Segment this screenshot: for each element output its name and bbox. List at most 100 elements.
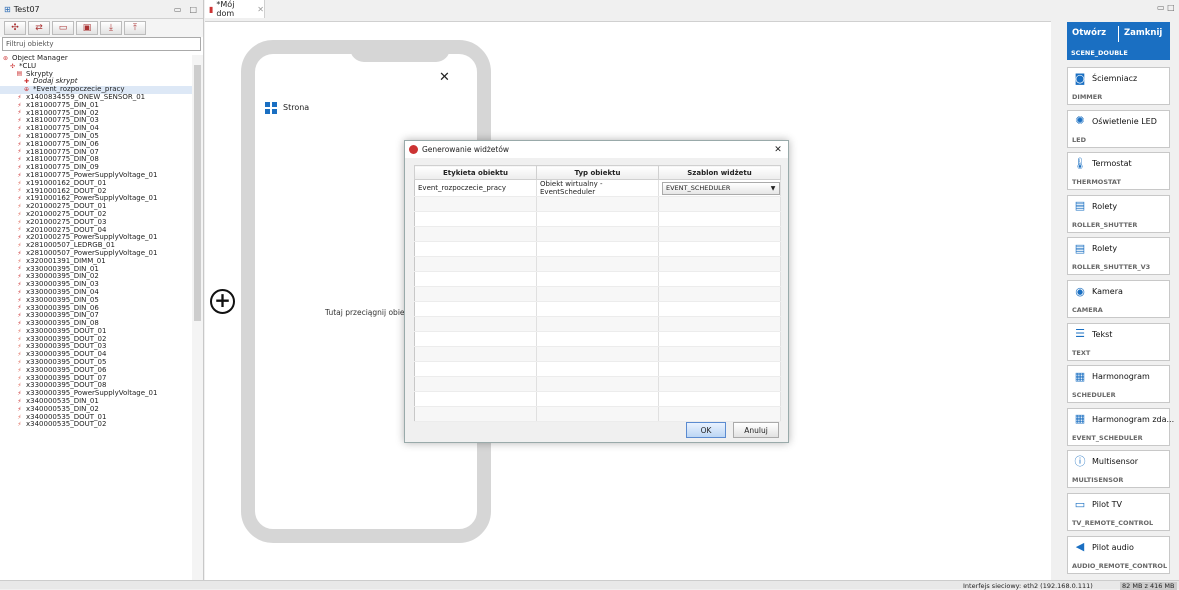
filter-input[interactable]: Filtruj obiekty — [2, 37, 201, 51]
page-grid-icon — [265, 102, 277, 114]
widget-card[interactable]: ▦ Harmonogram SCHEDULER — [1067, 365, 1170, 404]
import-button[interactable]: ⤓ — [100, 21, 122, 35]
table-cell — [658, 256, 781, 272]
in-icon: ⚡ — [17, 273, 22, 281]
export-button[interactable]: ⤒ — [124, 21, 146, 35]
table-cell — [414, 301, 537, 317]
table-row[interactable] — [414, 376, 781, 392]
widget-name: Termostat — [1092, 159, 1132, 169]
dialog-title: Generowanie widżetów — [422, 145, 510, 154]
table-row[interactable] — [414, 391, 781, 407]
table-cell — [536, 271, 659, 287]
column-header[interactable]: Typ obiektu — [536, 165, 659, 180]
scrollbar-thumb[interactable] — [194, 65, 201, 321]
ok-button[interactable]: OK — [686, 422, 726, 438]
table-cell — [536, 256, 659, 272]
table-cell — [414, 361, 537, 377]
widget-card[interactable]: ▤ Rolety ROLLER_SHUTTER_V3 — [1067, 237, 1170, 276]
table-cell — [658, 361, 781, 377]
add-page-button[interactable]: + — [210, 289, 235, 314]
widget-card[interactable]: ◀ Pilot audio AUDIO_REMOTE_CONTROL — [1067, 535, 1170, 574]
scripts-icon: ▤ — [16, 70, 23, 78]
table-cell — [414, 391, 537, 407]
table-row[interactable] — [414, 271, 781, 287]
table-row[interactable] — [414, 301, 781, 317]
widget-card[interactable]: ◙ Ściemniacz DIMMER — [1067, 67, 1170, 105]
table-row[interactable] — [414, 346, 781, 362]
in-icon: ⚡ — [17, 296, 22, 304]
widget-card[interactable]: ✺ Oświetlenie LED LED — [1067, 109, 1170, 148]
widget-card[interactable]: ▭ Pilot TV TV_REMOTE_CONTROL — [1067, 493, 1170, 531]
in-icon: ⚡ — [17, 249, 22, 257]
editor-tab[interactable]: ▮ *Mój dom ✕ — [205, 0, 265, 18]
add-clu-button[interactable]: ✣ — [4, 21, 26, 35]
column-header[interactable]: Etykieta obiektu — [414, 165, 537, 180]
widget-card[interactable]: ◉ Kamera CAMERA — [1067, 280, 1170, 318]
tv-icon: ▭ — [1074, 497, 1086, 511]
table-row[interactable] — [414, 241, 781, 257]
object-manager-icon: ⊛ — [2, 55, 9, 62]
widget-name: Rolety — [1092, 244, 1118, 254]
widget-type: SCENE_DOUBLE — [1071, 49, 1128, 57]
table-cell — [414, 406, 537, 422]
maximize-icon[interactable]: □ — [189, 5, 197, 14]
widget-card[interactable]: 🌡 Termostat THERMOSTAT — [1067, 152, 1170, 191]
table-row[interactable] — [414, 361, 781, 377]
table-cell — [658, 406, 781, 422]
widget-card[interactable]: ▦ Harmonogram zda... EVENT_SCHEDULER — [1067, 407, 1174, 446]
cancel-button[interactable]: Anuluj — [733, 422, 779, 438]
device-button[interactable]: ▣ — [76, 21, 98, 35]
module-button[interactable]: ▭ — [52, 21, 74, 35]
table-row[interactable] — [414, 211, 781, 227]
widget-card[interactable]: ☰ Tekst TEXT — [1067, 322, 1170, 361]
template-select[interactable]: EVENT_SCHEDULER ▼ — [662, 181, 780, 195]
scene-double-widget[interactable]: Otwórz Zamknij SCENE_DOUBLE — [1067, 22, 1170, 60]
left-tab-title[interactable]: Test07 — [14, 5, 40, 14]
shutter-icon: ▤ — [1074, 241, 1086, 255]
widget-card[interactable]: ▤ Rolety ROLLER_SHUTTER — [1067, 194, 1170, 233]
widget-card[interactable]: ⓘ Multisensor MULTISENSOR — [1067, 450, 1170, 489]
template-select-value: EVENT_SCHEDULER — [666, 184, 731, 192]
table-cell — [536, 211, 659, 227]
column-header[interactable]: Szablon widżetu — [658, 165, 781, 180]
close-page-icon[interactable]: ✕ — [439, 70, 450, 85]
dialog-close-icon[interactable]: ✕ — [768, 145, 788, 155]
table-cell — [536, 376, 659, 392]
tree-item[interactable]: ⚡ x340000535_DOUT_02 — [0, 421, 192, 429]
table-cell — [414, 331, 537, 347]
table-row[interactable] — [414, 256, 781, 272]
app-logo-icon — [409, 145, 418, 154]
table-cell — [536, 406, 659, 422]
widget-name: Harmonogram — [1092, 372, 1150, 382]
close-tab-icon[interactable]: ✕ — [257, 5, 264, 14]
table-cell — [658, 211, 781, 227]
scene-open-label: Otwórz — [1072, 28, 1107, 38]
table-row[interactable] — [414, 226, 781, 242]
page-label[interactable]: Strona — [283, 103, 309, 112]
palette-window-controls[interactable]: ▭ □ — [1157, 3, 1175, 12]
dimmer-icon: ◙ — [1074, 71, 1086, 85]
tree-item[interactable]: ▤ Skrypty — [0, 70, 192, 79]
minimize-icon[interactable]: ▭ — [174, 5, 182, 14]
refresh-button[interactable]: ⇄ — [28, 21, 50, 35]
table-row[interactable] — [414, 196, 781, 212]
out-icon: ⚡ — [17, 187, 22, 195]
out-icon: ⚡ — [17, 421, 22, 429]
speaker-icon: ◀ — [1075, 540, 1085, 554]
table-row[interactable] — [414, 316, 781, 332]
table-row[interactable] — [414, 331, 781, 347]
led-icon: ✺ — [1075, 114, 1085, 128]
table-cell — [658, 241, 781, 257]
in-icon: ⚡ — [17, 405, 22, 413]
table-cell[interactable]: EVENT_SCHEDULER ▼ — [658, 179, 781, 197]
table-cell — [414, 256, 537, 272]
tree-scrollbar[interactable] — [192, 55, 203, 580]
table-row[interactable] — [414, 286, 781, 302]
out-icon: ⚡ — [17, 257, 22, 265]
widget-name: Kamera — [1092, 287, 1123, 296]
table-row[interactable]: Event_rozpoczecie_pracy Obiekt wirtualny … — [414, 179, 781, 197]
table-cell — [658, 376, 781, 392]
table-cell: Event_rozpoczecie_pracy — [414, 179, 537, 197]
table-cell — [536, 346, 659, 362]
table-row[interactable] — [414, 406, 781, 422]
